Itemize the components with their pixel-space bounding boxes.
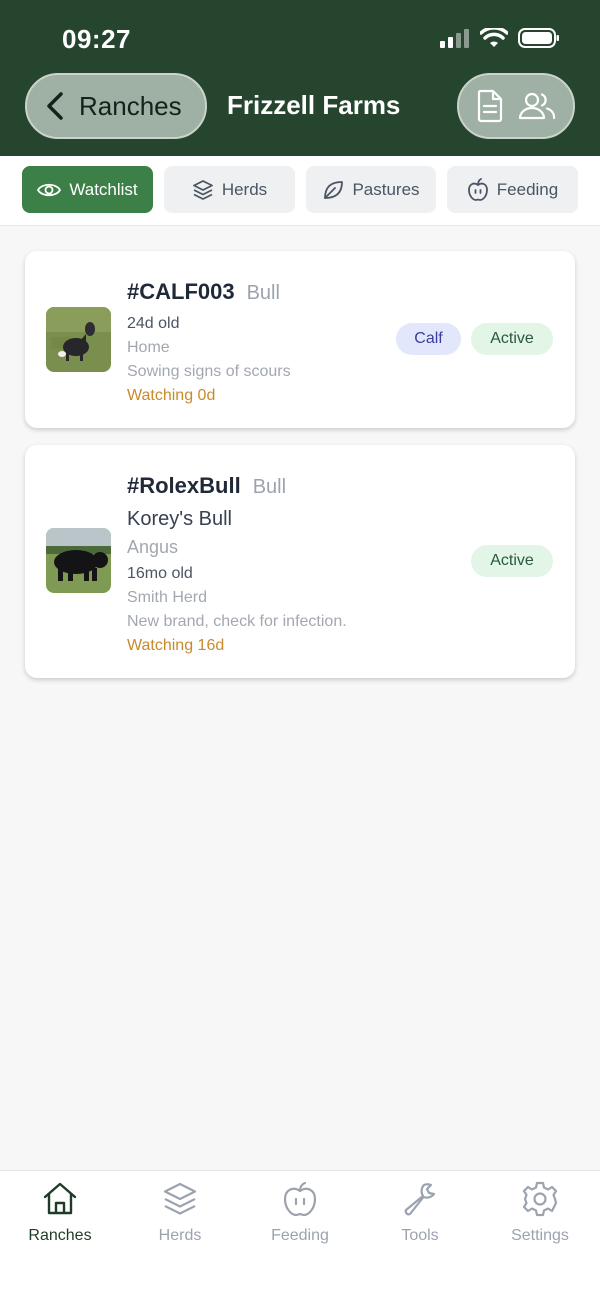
apple-icon: [467, 177, 488, 201]
chevron-left-icon: [47, 92, 63, 120]
animal-tag: #CALF003: [127, 279, 235, 304]
eye-icon: [37, 183, 62, 196]
nav-herds[interactable]: Herds: [120, 1181, 240, 1245]
animal-breed: Angus: [127, 537, 179, 557]
tab-feeding[interactable]: Feeding: [447, 166, 578, 213]
animal-photo: [46, 528, 111, 593]
tab-label: Herds: [221, 179, 268, 199]
watching-duration: Watching 0d: [127, 387, 216, 404]
tab-watchlist[interactable]: Watchlist: [22, 166, 153, 213]
nav-label: Tools: [401, 1227, 439, 1244]
document-icon[interactable]: [476, 89, 504, 123]
nav-label: Feeding: [271, 1227, 329, 1244]
leaf-icon: [324, 180, 344, 199]
tab-pastures[interactable]: Pastures: [306, 166, 436, 213]
animal-header: #CALF003 Bull: [127, 279, 280, 305]
users-icon[interactable]: [518, 91, 556, 121]
animal-location: Smith Herd: [127, 589, 208, 606]
animal-age: 24d old: [127, 315, 180, 332]
home-icon: [43, 1182, 77, 1215]
animal-location: Home: [127, 339, 170, 356]
animal-card[interactable]: #RolexBull Bull Korey's Bull Angus 16mo …: [25, 445, 575, 678]
badge-calf: Calf: [396, 323, 461, 355]
animal-name: Korey's Bull: [127, 508, 232, 530]
animal-sex: Bull: [252, 476, 287, 498]
animal-age: 16mo old: [127, 565, 193, 582]
battery-icon: [518, 28, 559, 48]
layers-icon: [163, 1182, 197, 1215]
back-button-label: Ranches: [79, 90, 182, 121]
bottom-nav: Ranches Herds Feeding Tools Settings: [0, 1170, 600, 1298]
animal-header: #RolexBull Bull: [127, 473, 286, 499]
nav-label: Settings: [511, 1227, 569, 1244]
tab-label: Feeding: [496, 179, 559, 199]
animal-sex: Bull: [246, 282, 280, 304]
nav-settings[interactable]: Settings: [480, 1181, 600, 1245]
tab-label: Watchlist: [69, 179, 138, 199]
animal-note: New brand, check for infection.: [127, 613, 347, 630]
watching-duration: Watching 16d: [127, 637, 225, 654]
signal-icon: [440, 29, 469, 48]
tab-label: Pastures: [352, 179, 420, 199]
back-button[interactable]: Ranches: [25, 73, 207, 139]
nav-ranches[interactable]: Ranches: [0, 1181, 120, 1245]
wifi-icon: [480, 28, 508, 47]
nav-label: Ranches: [28, 1227, 92, 1244]
layers-icon: [192, 179, 213, 200]
status-icons: [440, 28, 560, 48]
animal-note: Sowing signs of scours: [127, 363, 291, 380]
nav-label: Herds: [158, 1227, 202, 1244]
animal-tag: #RolexBull: [127, 473, 241, 498]
tab-herds[interactable]: Herds: [164, 166, 295, 213]
animal-card[interactable]: #CALF003 Bull 24d old Home Sowing signs …: [25, 251, 575, 428]
status-badge: Active: [471, 545, 553, 577]
nav-tools[interactable]: Tools: [360, 1181, 480, 1245]
gear-icon: [522, 1181, 558, 1217]
apple-icon: [283, 1181, 317, 1217]
app-header: 09:27 Ranches Frizzell Farms: [0, 0, 600, 156]
wrench-icon: [404, 1183, 436, 1216]
status-badge: Active: [471, 323, 553, 355]
tab-bar: Watchlist Herds Pastures Feeding: [0, 156, 600, 226]
page-title: Frizzell Farms: [227, 90, 401, 120]
nav-feeding[interactable]: Feeding: [240, 1181, 360, 1245]
animal-photo: [46, 307, 111, 372]
header-actions: [457, 73, 575, 139]
status-time: 09:27: [62, 24, 131, 54]
